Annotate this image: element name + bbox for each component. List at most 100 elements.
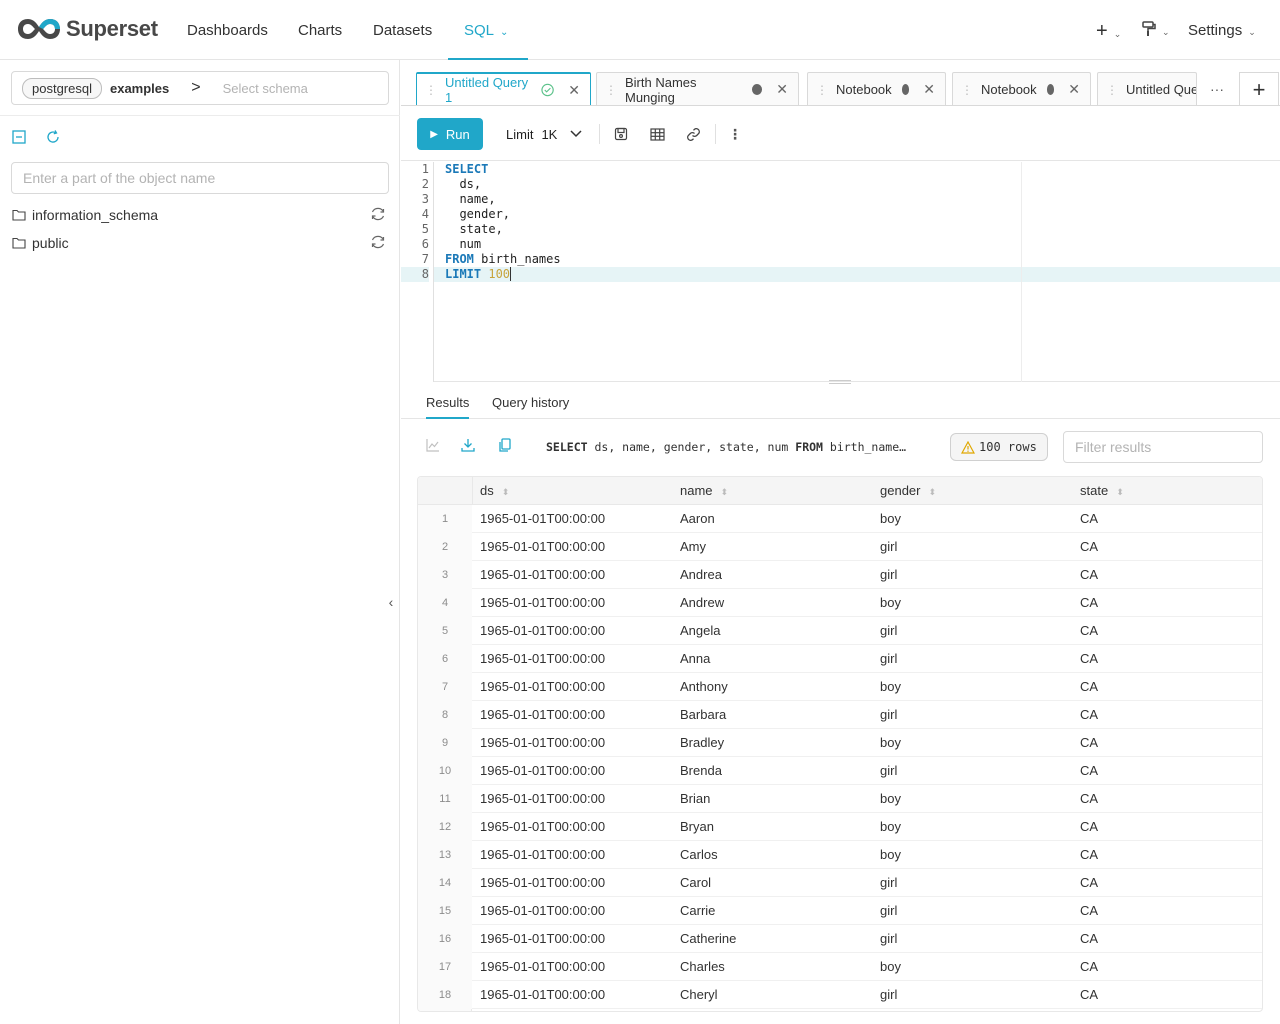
line-number: 4 (421, 207, 429, 221)
superset-logo[interactable]: Superset (16, 14, 158, 44)
run-button[interactable]: ▶ Run (417, 118, 483, 150)
settings-menu[interactable]: Settings ⌄ (1188, 0, 1256, 60)
table-view-button[interactable] (645, 122, 669, 146)
drag-handle-icon[interactable]: ⋮ (961, 83, 973, 97)
refresh-icon[interactable] (370, 234, 386, 250)
row-index: 14 (418, 869, 472, 897)
table-cell-gender: boy (880, 735, 901, 750)
table-cell-name: Carol (680, 875, 712, 890)
close-tab-icon[interactable]: ✕ (1068, 81, 1080, 98)
nav-charts[interactable]: Charts (298, 0, 342, 60)
download-icon (461, 439, 475, 452)
table-icon (649, 127, 665, 141)
tab-untitled-query[interactable]: ⋮ Untitled Que (1097, 72, 1197, 106)
code-line-7: FROM birth_names (445, 252, 561, 266)
column-header-gender[interactable]: gender ⬍ (880, 477, 936, 505)
table-cell-name: Brian (680, 791, 711, 806)
drag-handle-icon[interactable]: ⋮ (1106, 83, 1118, 97)
warning-icon (961, 440, 975, 454)
tab-label: Untitled Que (1126, 82, 1197, 97)
tab-notebook-1[interactable]: ⋮ Notebook ✕ (807, 72, 946, 106)
code-line-2: ds, (445, 177, 482, 191)
table-header: ds ⬍ name ⬍ gender ⬍ state ⬍ (418, 477, 1262, 505)
new-menu[interactable]: + ⌄ (1096, 0, 1121, 60)
theme-menu[interactable]: ⌄ (1142, 0, 1170, 60)
column-header-name[interactable]: name ⬍ (680, 477, 728, 505)
tab-results[interactable]: Results (426, 383, 470, 419)
table-row: 7 1965-01-01T00:00:00 Anthony boy CA (418, 673, 1262, 701)
row-index: 11 (418, 785, 472, 813)
column-header-state[interactable]: state ⬍ (1080, 477, 1124, 505)
object-search-input[interactable] (11, 162, 389, 194)
sql-keyword: FROM (795, 440, 823, 454)
refresh-icon[interactable] (370, 206, 386, 222)
close-tab-icon[interactable]: ✕ (923, 81, 935, 98)
close-tab-icon[interactable]: ✕ (776, 81, 788, 98)
create-chart-button[interactable] (426, 438, 440, 455)
table-cell-name: Aaron (680, 511, 715, 526)
table-cell-ds: 1965-01-01T00:00:00 (480, 679, 606, 694)
nav-dashboards[interactable]: Dashboards (187, 0, 268, 60)
copy-link-button[interactable] (681, 122, 705, 146)
table-cell-ds: 1965-01-01T00:00:00 (480, 623, 606, 638)
save-query-button[interactable] (609, 122, 633, 146)
active-line-highlight (401, 267, 1280, 282)
schema-item-information-schema[interactable]: information_schema (12, 203, 390, 227)
drag-handle-icon[interactable]: ⋮ (816, 83, 828, 97)
add-tab-button[interactable]: + (1239, 72, 1279, 106)
table-cell-name: Anna (680, 651, 711, 666)
line-number: 2 (421, 177, 429, 191)
table-cell-state: CA (1080, 707, 1099, 722)
limit-dropdown[interactable]: Limit 1K (506, 118, 583, 150)
close-tab-icon[interactable]: ✕ (568, 82, 580, 99)
sql-keyword: SELECT (546, 440, 588, 454)
collapse-all-icon[interactable] (12, 130, 26, 144)
table-cell-gender: girl (880, 987, 898, 1002)
table-cell-gender: boy (880, 959, 901, 974)
line-number: 3 (421, 192, 429, 206)
copy-to-clipboard-button[interactable] (498, 438, 512, 455)
filter-results-input[interactable] (1063, 431, 1263, 463)
table-cell-ds: 1965-01-01T00:00:00 (480, 875, 606, 890)
refresh-icon[interactable] (46, 130, 60, 144)
row-index: 2 (418, 533, 472, 561)
table-cell-state: CA (1080, 847, 1099, 862)
table-cell-state: CA (1080, 875, 1099, 890)
executed-sql-preview[interactable]: SELECT ds, name, gender, state, num FROM… (546, 440, 926, 454)
column-separator (472, 477, 473, 505)
sql-editor[interactable]: 1 2 3 4 5 6 7 8 SELECT ds, name, gender,… (401, 162, 1280, 384)
tab-birth-names-munging[interactable]: ⋮ Birth Names Munging ✕ (596, 72, 799, 106)
row-index: 8 (418, 701, 472, 729)
line-number: 7 (421, 252, 429, 266)
table-row: 2 1965-01-01T00:00:00 Amy girl CA (418, 533, 1262, 561)
chevron-down-icon (570, 130, 582, 138)
more-options-button[interactable]: ⋮ (723, 122, 747, 146)
table-cell-state: CA (1080, 511, 1099, 526)
line-number: 1 (421, 162, 429, 176)
download-csv-button[interactable] (461, 438, 475, 455)
table-cell-name: Andrea (680, 567, 722, 582)
row-index: 7 (418, 673, 472, 701)
collapse-panel-handle[interactable]: ‹ (382, 590, 400, 614)
nav-sql[interactable]: SQL ⌄ (448, 0, 528, 60)
tab-query-history[interactable]: Query history (492, 383, 569, 419)
drag-handle-icon[interactable]: ⋮ (425, 83, 437, 97)
database-schema-selector[interactable]: postgresql examples > Select schema (11, 71, 389, 105)
table-cell-ds: 1965-01-01T00:00:00 (480, 791, 606, 806)
drag-handle-icon[interactable]: ⋮ (605, 83, 617, 97)
table-cell-state: CA (1080, 651, 1099, 666)
tab-untitled-query-1[interactable]: ⋮ Untitled Query 1 ✕ (416, 72, 591, 106)
chevron-down-icon: ⌄ (1113, 29, 1122, 39)
limit-label: Limit (506, 126, 534, 142)
nav-sql-label: SQL (464, 22, 495, 39)
top-nav: Superset Dashboards Charts Datasets SQL ⌄… (0, 0, 1280, 60)
row-index: 5 (418, 617, 472, 645)
nav-datasets[interactable]: Datasets (373, 0, 432, 60)
row-index: 17 (418, 953, 472, 981)
tab-notebook-2[interactable]: ⋮ Notebook ✕ (952, 72, 1091, 106)
table-row: 5 1965-01-01T00:00:00 Angela girl CA (418, 617, 1262, 645)
toolbar-separator (599, 124, 600, 144)
more-tabs-button[interactable]: ··· (1201, 72, 1233, 106)
schema-item-public[interactable]: public (12, 231, 390, 255)
column-header-ds[interactable]: ds ⬍ (480, 477, 509, 505)
